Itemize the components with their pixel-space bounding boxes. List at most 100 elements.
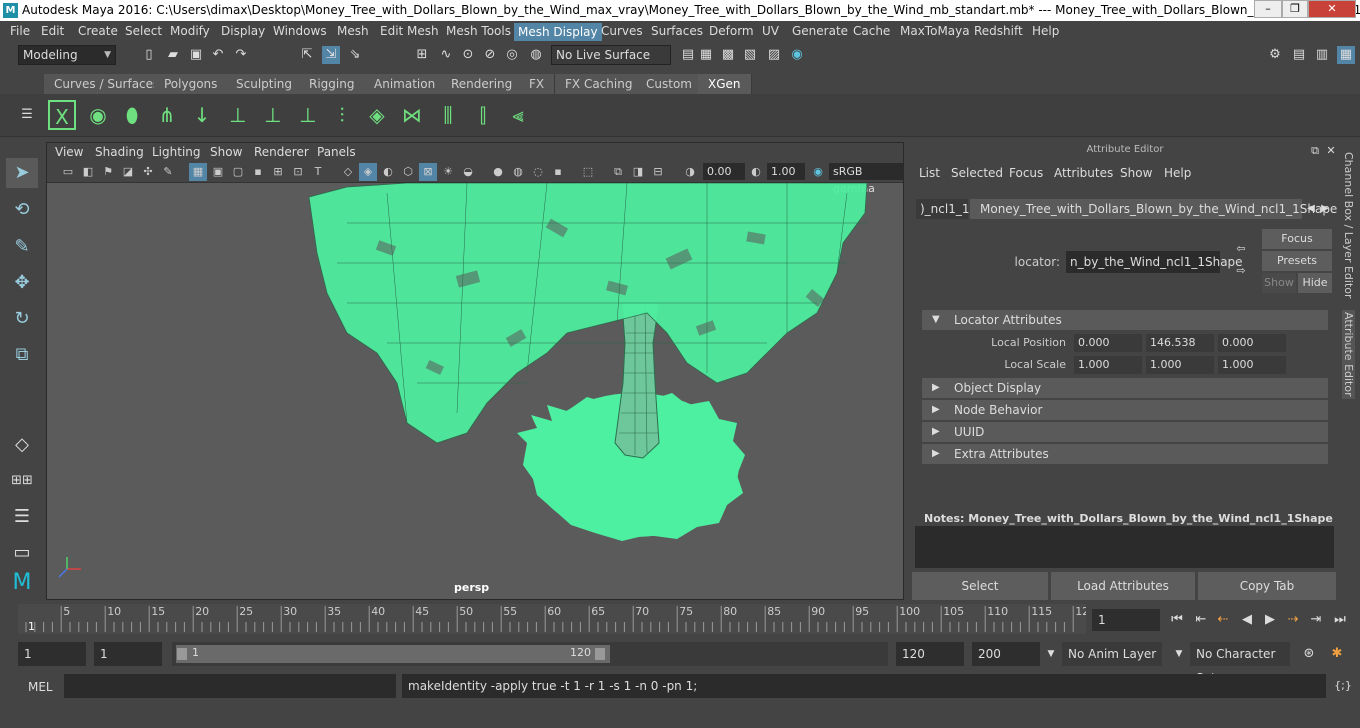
bookmark-icon[interactable]: ⚑ (99, 163, 117, 181)
ae-menu-help[interactable]: Help (1164, 166, 1191, 180)
mode-dropdown[interactable]: Modeling ▼ (18, 45, 116, 65)
anti-aliasing-icon[interactable]: ◌ (529, 163, 547, 181)
close-button[interactable]: ✕ (1308, 0, 1356, 18)
menu-mesh-tools[interactable]: Mesh Tools (446, 24, 511, 38)
maximize-button[interactable]: ❐ (1282, 0, 1308, 18)
menu-modify[interactable]: Modify (170, 24, 210, 38)
section-node-behavior[interactable]: ▶ Node Behavior (922, 400, 1328, 420)
xgen-preview-icon[interactable]: ◉ (84, 100, 112, 130)
menu-display[interactable]: Display (221, 24, 265, 38)
viewport-menu-renderer[interactable]: Renderer (254, 145, 309, 159)
hide-button[interactable]: Hide (1298, 273, 1332, 293)
shelf-tab-fx-caching[interactable]: FX Caching (555, 74, 644, 94)
film-gate-icon[interactable]: ▣ (209, 163, 227, 181)
range-start-handle[interactable] (177, 648, 187, 660)
xgen-leaf-icon[interactable]: ⬮ (118, 100, 146, 130)
go-to-output-icon[interactable]: ⇨ (1232, 262, 1250, 280)
modeling-toolkit-icon[interactable]: ▤ (1290, 46, 1308, 64)
channel-box-tab[interactable]: Channel Box / Layer Editor (1342, 152, 1355, 299)
snap-point-icon[interactable]: ⊙ (459, 46, 477, 64)
color-management-icon[interactable]: ◉ (809, 163, 827, 181)
ae-menu-show[interactable]: Show (1120, 166, 1152, 180)
viewport-menu-panels[interactable]: Panels (317, 145, 356, 159)
focus-button[interactable]: Focus (1262, 229, 1332, 249)
depth-of-field-icon[interactable]: ▪ (549, 163, 567, 181)
xgen-bend-icon[interactable]: ⋈ (398, 100, 426, 130)
select-tool-icon[interactable]: ➤ (6, 158, 38, 188)
rotate-tool-icon[interactable]: ↻ (6, 304, 38, 334)
snap-grid-icon[interactable]: ⊞ (413, 46, 431, 64)
anim-layer-dropdown[interactable]: No Anim Layer (1062, 642, 1162, 666)
menu-curves[interactable]: Curves (601, 24, 643, 38)
playback-end-field[interactable]: 120 (896, 642, 964, 666)
shelf-tab-rigging[interactable]: Rigging (299, 74, 366, 94)
shelf-tab-xgen[interactable]: XGen (698, 74, 752, 94)
ae-tab-transform[interactable]: )_ncl1_1 (916, 199, 970, 219)
copy-tab-button[interactable]: Copy Tab (1198, 572, 1336, 600)
xgen-editor-icon[interactable]: X (48, 100, 76, 130)
menu-cache[interactable]: Cache (853, 24, 890, 38)
snap-surface-icon[interactable]: ◎ (503, 46, 521, 64)
attribute-editor-tab[interactable]: Attribute Editor (1342, 310, 1355, 399)
undo-icon[interactable]: ↶ (209, 46, 227, 64)
locator-name-field[interactable]: n_by_the_Wind_ncl1_1Shape (1066, 251, 1243, 273)
grid-icon[interactable]: ▦ (189, 163, 207, 181)
viewport-menu-lighting[interactable]: Lighting (152, 145, 201, 159)
exposure-icon[interactable]: ◑ (681, 163, 699, 181)
menu-mesh-display[interactable]: Mesh Display (514, 23, 602, 41)
play-backwards-icon[interactable]: ◀ (1238, 611, 1256, 629)
resolution-gate-icon[interactable]: ▢ (229, 163, 247, 181)
xray-joints-icon[interactable]: ⧉ (609, 163, 627, 181)
step-back-icon[interactable]: ⇤ (1192, 611, 1210, 629)
select-component-icon[interactable]: ⇘ (346, 46, 364, 64)
wireframe-on-shaded-icon[interactable]: ⬡ (399, 163, 417, 181)
time-slider-track[interactable]: 1 5 10 15 20 25 30 35 40 45 50 55 60 65 70 75 80 85 90 95 10… (18, 604, 1089, 634)
camera-attr-icon[interactable]: ◧ (79, 163, 97, 181)
new-scene-icon[interactable]: ▯ (140, 46, 158, 64)
local-position-y[interactable]: 146.538 (1146, 334, 1214, 352)
range-end-handle[interactable] (595, 648, 605, 660)
select-hierarchy-icon[interactable]: ⇱ (298, 46, 316, 64)
ae-tab-shape[interactable]: Money_Tree_with_Dollars_Blown_by_the_Win… (970, 199, 1337, 219)
section-uuid[interactable]: ▶ UUID (922, 422, 1328, 442)
shadows-icon[interactable]: ◒ (459, 163, 477, 181)
use-all-lights-icon[interactable]: ☀ (439, 163, 457, 181)
range-slider-track[interactable]: 1 120 (172, 642, 888, 666)
viewport-scene[interactable]: persp (47, 182, 903, 599)
shelf-tab-sculpting[interactable]: Sculpting (226, 74, 304, 94)
go-to-end-icon[interactable]: ⏭ (1331, 611, 1349, 629)
four-view-layout-icon[interactable]: ⊞⊞ (6, 466, 38, 496)
construction-history-icon[interactable]: ▤ (679, 46, 697, 64)
single-layout-icon[interactable]: ◇ (6, 430, 38, 460)
close-panel-icon[interactable]: ✕ (1322, 142, 1340, 160)
xgen-place-icon[interactable]: ↓ (188, 100, 216, 130)
menu-mesh[interactable]: Mesh (337, 24, 369, 38)
channel-box-toggle-icon[interactable]: ▥ (1313, 46, 1331, 64)
screen-space-ao-icon[interactable]: ● (489, 163, 507, 181)
viewport-menu-view[interactable]: View (55, 145, 83, 159)
current-frame-field[interactable]: 1 (1092, 609, 1160, 631)
field-chart-icon[interactable]: ⊞ (269, 163, 287, 181)
isolate-select-icon[interactable]: ⬚ (579, 163, 597, 181)
notes-textarea[interactable] (915, 526, 1334, 568)
menu-uv[interactable]: UV (762, 24, 779, 38)
local-scale-x[interactable]: 1.000 (1074, 356, 1142, 374)
xgen-select-guide-icon[interactable]: ⊥ (259, 100, 287, 130)
ae-menu-attributes[interactable]: Attributes (1054, 166, 1113, 180)
shelf-tab-polygons[interactable]: Polygons (154, 74, 229, 94)
character-set-dropdown[interactable]: No Character Set (1190, 642, 1290, 685)
time-slider[interactable]: 1 5 10 15 20 25 30 35 40 45 50 55 60 65 70 75 80 85 90 95 10… (0, 604, 1360, 638)
make-live-icon[interactable]: ◍ (527, 46, 545, 64)
menu-generate[interactable]: Generate (792, 24, 848, 38)
go-to-start-icon[interactable]: ⏮ (1168, 611, 1186, 629)
smooth-shade-icon[interactable]: ◈ (359, 163, 377, 181)
snap-curve-icon[interactable]: ∿ (437, 46, 455, 64)
gamma-icon[interactable]: ◐ (747, 163, 765, 181)
viewport-menu-shading[interactable]: Shading (95, 145, 144, 159)
animation-end-field[interactable]: 200 (972, 642, 1040, 666)
image-plane-icon[interactable]: ◪ (119, 163, 137, 181)
hypershade-icon[interactable]: ◉ (788, 46, 806, 64)
shelf-tab-animation[interactable]: Animation (364, 74, 447, 94)
section-object-display[interactable]: ▶ Object Display (922, 378, 1328, 398)
scale-tool-icon[interactable]: ⧉ (6, 340, 38, 370)
